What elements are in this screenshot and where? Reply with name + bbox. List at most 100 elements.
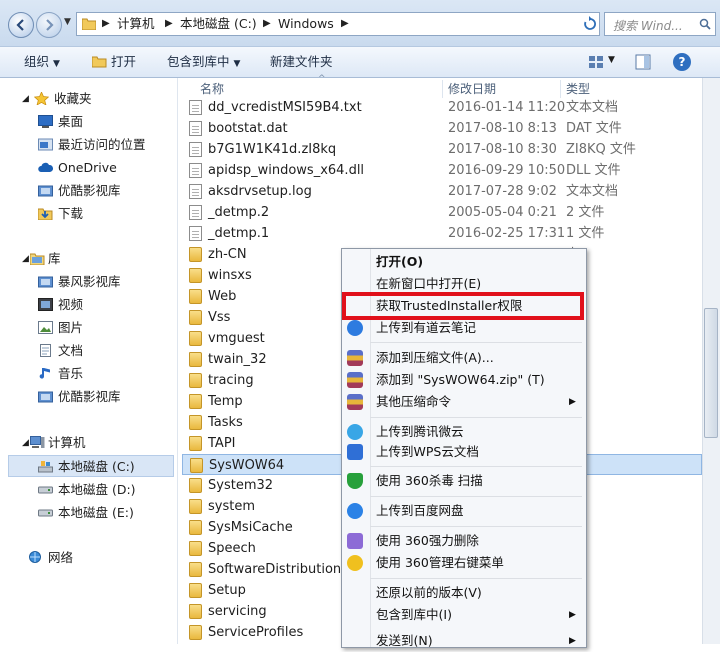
sidebar-item-documents[interactable]: 文档 (0, 340, 176, 362)
file-row[interactable]: _detmp.1 2016-02-25 17:31 1 文件 (182, 223, 702, 244)
file-name: TAPI (208, 436, 236, 451)
force-delete-icon (347, 533, 363, 549)
collapse-arrow-icon[interactable]: ◢ (22, 88, 29, 110)
organize-menu-button[interactable]: 组织 ▼ (24, 47, 60, 77)
wps-cloud-icon (347, 444, 363, 460)
menu-item-add-to-zip[interactable]: 添加到 "SysWOW64.zip" (T) (341, 369, 587, 391)
search-icon (699, 18, 711, 30)
sidebar-item-favorites[interactable]: ◢ 收藏夹 (0, 88, 176, 110)
view-options-icon[interactable] (588, 55, 604, 69)
sidebar-item-label: 下载 (58, 206, 84, 221)
breadcrumb-separator-icon[interactable]: ▶ (165, 13, 173, 35)
column-divider[interactable] (442, 80, 443, 98)
sidebar-item-drive-d[interactable]: 本地磁盘 (D:) (0, 479, 176, 501)
include-in-library-button[interactable]: 包含到库中 ▼ (167, 47, 240, 77)
folder-icon (189, 499, 202, 514)
file-name: SysMsiCache (208, 520, 293, 535)
sidebar-item-downloads[interactable]: 下载 (0, 203, 176, 225)
sidebar-item-recent-places[interactable]: 最近访问的位置 (0, 134, 176, 156)
collapse-arrow-icon[interactable]: ◢ (22, 248, 29, 270)
menu-item-restore-previous-versions[interactable]: 还原以前的版本(V) (341, 582, 587, 604)
sidebar-item-label: 优酷影视库 (58, 389, 121, 404)
collapse-arrow-icon[interactable]: ◢ (22, 432, 29, 454)
sidebar-item-onedrive[interactable]: OneDrive (0, 157, 176, 179)
new-folder-button[interactable]: 新建文件夹 (270, 47, 333, 77)
sidebar-item-drive-e[interactable]: 本地磁盘 (E:) (0, 502, 176, 524)
file-row[interactable]: bootstat.dat 2017-08-10 8:13 DAT 文件 (182, 118, 702, 139)
music-note-icon (39, 368, 50, 379)
menu-item-include-in-library[interactable]: 包含到库中(I) ▶ (341, 604, 587, 626)
sidebar-item-pictures[interactable]: 图片 (0, 317, 176, 339)
view-dropdown-arrow-icon[interactable]: ▼ (608, 55, 615, 65)
libraries-icon (30, 253, 45, 265)
file-name: b7G1W1K41d.zI8kq (208, 142, 337, 157)
menu-item-send-to[interactable]: 发送到(N) ▶ (341, 630, 587, 652)
file-row[interactable]: b7G1W1K41d.zI8kq 2017-08-10 8:30 ZI8KQ 文件 (182, 139, 702, 160)
open-button[interactable]: 打开 (91, 47, 136, 77)
search-placeholder: 搜索 Wind... (613, 19, 683, 33)
file-name: System32 (208, 478, 274, 493)
breadcrumb-windows[interactable]: Windows (278, 13, 334, 35)
folder-icon (189, 331, 202, 346)
file-name: winsxs (208, 268, 252, 283)
back-button[interactable] (8, 12, 34, 38)
menu-item-upload-tencent-weiyun[interactable]: 上传到腾讯微云 (341, 421, 587, 443)
sidebar-item-network[interactable]: 网络 (0, 547, 176, 569)
menu-item-open[interactable]: 打开(O) (341, 251, 587, 273)
scrollbar-thumb[interactable] (704, 308, 718, 438)
file-name: tracing (208, 373, 254, 388)
menu-item-upload-baidu-pan[interactable]: 上传到百度网盘 (341, 500, 587, 522)
sidebar-item-label: 本地磁盘 (C:) (58, 459, 135, 474)
file-row[interactable]: apidsp_windows_x64.dll 2016-09-29 10:50 DL… (182, 160, 702, 181)
preview-pane-icon[interactable] (635, 54, 651, 70)
folder-icon (189, 289, 202, 304)
sidebar-item-computer[interactable]: ◢ 计算机 (0, 432, 176, 454)
file-row[interactable]: dd_vcredistMSI59B4.txt 2016-01-14 11:20 文本… (182, 97, 702, 118)
sidebar-item-youku-library[interactable]: 优酷影视库 (0, 180, 176, 202)
recent-pages-dropdown-icon[interactable]: ▼ (64, 17, 71, 27)
menu-item-360-force-delete[interactable]: 使用 360强力删除 (341, 530, 587, 552)
sidebar-item-youku-library-2[interactable]: 优酷影视库 (0, 386, 176, 408)
dropdown-arrow-icon: ▼ (233, 59, 241, 69)
folder-icon (189, 310, 202, 325)
sidebar-item-videos[interactable]: 视频 (0, 294, 176, 316)
sidebar-item-desktop[interactable]: 桌面 (0, 111, 176, 133)
folder-icon (190, 458, 203, 473)
menu-item-other-compress-commands[interactable]: 其他压缩命令 ▶ (341, 391, 587, 413)
sidebar-item-baofeng-library[interactable]: 暴风影视库 (0, 271, 176, 293)
forward-button[interactable] (36, 12, 62, 38)
sidebar-item-label: 暴风影视库 (58, 274, 121, 289)
file-name: Speech (208, 541, 256, 556)
menu-item-upload-wps-cloud[interactable]: 上传到WPS云文档 (341, 441, 587, 463)
file-name: SysWOW64 (209, 458, 285, 473)
breadcrumb-separator-icon[interactable]: ▶ (263, 13, 271, 35)
help-icon[interactable]: ? (673, 53, 691, 71)
column-divider[interactable] (560, 80, 561, 98)
menu-item-360-antivirus-scan[interactable]: 使用 360杀毒 扫描 (341, 470, 587, 492)
sidebar-item-label: 库 (48, 251, 61, 266)
sidebar-item-music[interactable]: 音乐 (0, 363, 176, 385)
breadcrumb-separator-icon[interactable]: ▶ (341, 13, 349, 35)
breadcrumb-computer[interactable]: 计算机 (117, 13, 155, 35)
menu-item-upload-youdao-note[interactable]: 上传到有道云笔记 (341, 317, 587, 339)
sidebar-item-libraries[interactable]: ◢ 库 (0, 248, 176, 270)
refresh-button[interactable] (580, 12, 600, 36)
sidebar-item-label: 收藏夹 (54, 91, 92, 106)
breadcrumb-separator-icon[interactable]: ▶ (102, 13, 110, 35)
breadcrumb-drive-c[interactable]: 本地磁盘 (C:) (180, 13, 257, 35)
file-row[interactable]: _detmp.2 2005-05-04 0:21 2 文件 (182, 202, 702, 223)
file-row[interactable]: aksdrvsetup.log 2017-07-28 9:02 文本文档 (182, 181, 702, 202)
menu-item-add-to-archive[interactable]: 添加到压缩文件(A)... (341, 347, 587, 369)
sidebar-item-drive-c[interactable]: 本地磁盘 (C:) (8, 455, 174, 477)
menu-item-360-manage-context-menu[interactable]: 使用 360管理右键菜单 (341, 552, 587, 574)
sidebar-item-label: 文档 (58, 343, 84, 358)
library-icon (38, 185, 53, 197)
file-type: DLL 文件 (566, 163, 621, 178)
sidebar-item-label: 优酷影视库 (58, 183, 121, 198)
command-bar: 组织 ▼ 打开 包含到库中 ▼ 新建文件夹 ▼ ? (0, 46, 720, 78)
search-input[interactable]: 搜索 Wind... (604, 12, 716, 36)
sidebar-item-label: 最近访问的位置 (58, 137, 146, 152)
file-date: 2016-01-14 11:20 (448, 100, 566, 115)
folder-icon (189, 247, 202, 262)
address-field[interactable]: ▶ 计算机 ▶ 本地磁盘 (C:) ▶ Windows ▶ (76, 12, 600, 36)
